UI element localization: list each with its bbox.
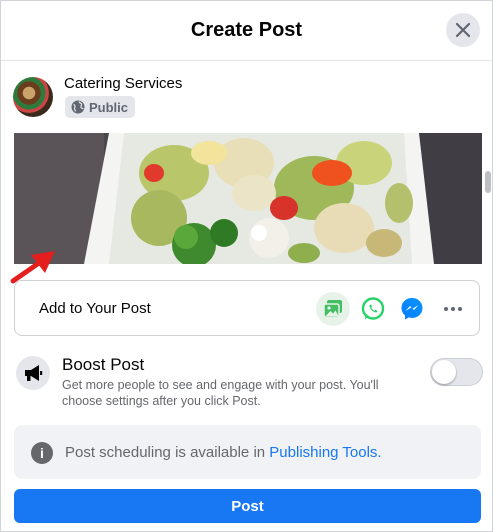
scheduling-notice: i Post scheduling is available in Publis… bbox=[14, 425, 481, 479]
whatsapp-button[interactable] bbox=[356, 292, 390, 326]
publishing-tools-link[interactable]: Publishing Tools. bbox=[269, 444, 381, 461]
photo-video-button[interactable] bbox=[316, 292, 350, 326]
scheduling-text: Post scheduling is available in Publishi… bbox=[65, 444, 382, 461]
privacy-label: Public bbox=[89, 99, 129, 115]
dialog-header: Create Post bbox=[1, 1, 492, 61]
boost-post-description: Get more people to see and engage with y… bbox=[62, 378, 379, 408]
avatar[interactable] bbox=[13, 77, 53, 117]
whatsapp-icon bbox=[361, 297, 385, 320]
scrollbar[interactable] bbox=[485, 171, 491, 193]
info-icon: i bbox=[31, 442, 53, 464]
close-icon bbox=[455, 22, 471, 38]
boost-post-toggle[interactable] bbox=[430, 358, 483, 386]
add-to-post-label: Add to Your Post bbox=[39, 300, 151, 317]
globe-icon bbox=[71, 100, 85, 114]
photo-video-icon bbox=[323, 300, 342, 318]
toggle-knob bbox=[432, 360, 456, 384]
create-post-dialog: Create Post Catering Services Public Add… bbox=[0, 0, 493, 532]
messenger-button[interactable] bbox=[395, 292, 429, 326]
more-options-button[interactable] bbox=[436, 292, 470, 326]
privacy-selector[interactable]: Public bbox=[65, 96, 136, 118]
salad-image bbox=[14, 133, 482, 264]
boost-icon-container bbox=[16, 356, 50, 390]
dialog-title: Create Post bbox=[190, 19, 303, 41]
author-name: Catering Services bbox=[64, 75, 183, 92]
megaphone-icon bbox=[25, 365, 43, 381]
messenger-icon bbox=[401, 298, 423, 320]
post-button[interactable]: Post bbox=[14, 489, 481, 523]
boost-post-title: Boost Post bbox=[62, 355, 145, 374]
close-button[interactable] bbox=[446, 13, 480, 47]
add-to-post-bar: Add to Your Post bbox=[14, 280, 480, 336]
scheduling-message: Post scheduling is available in bbox=[65, 444, 270, 461]
attached-photo[interactable] bbox=[14, 133, 482, 264]
more-icon bbox=[444, 307, 462, 311]
